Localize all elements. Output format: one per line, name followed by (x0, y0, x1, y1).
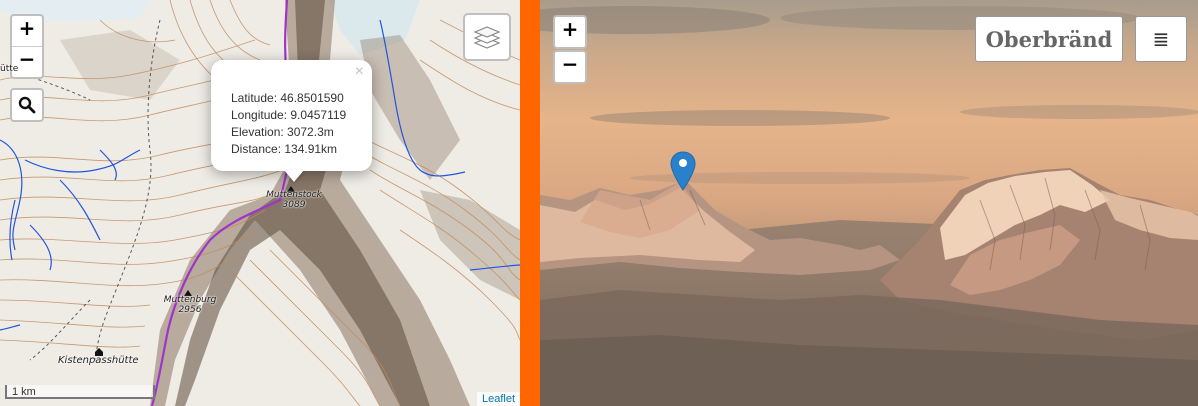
muttenstock-name: Muttenstock (266, 190, 322, 200)
label-muttenburg: Muttenburg 2956 (160, 295, 220, 315)
popup-distance: Distance: 134.91km (231, 142, 338, 156)
label-kistenpasshuette: Kistenpasshütte (58, 355, 139, 366)
label-muttenstock: Muttenstock 3089 (262, 190, 326, 210)
menu-button[interactable]: ≣ (1135, 16, 1187, 62)
map-attribution-link[interactable]: Leaflet (476, 392, 520, 406)
map-search-button[interactable] (10, 88, 44, 122)
popup-elevation: Elevation: 3072.3m (231, 125, 334, 139)
popup-latitude: Latitude: 46.8501590 (231, 91, 344, 105)
pane-divider[interactable] (520, 0, 540, 406)
photo-zoom-out-button[interactable]: − (553, 50, 587, 84)
muttenstock-elevation: 3089 (282, 200, 306, 210)
menu-icon: ≣ (1152, 27, 1170, 51)
photo-zoom-in-button[interactable]: + (553, 15, 587, 49)
muttenburg-elevation: 2956 (178, 305, 202, 315)
map-zoom-in-button[interactable]: + (12, 16, 42, 46)
popup-tip (284, 170, 304, 182)
search-icon (18, 96, 36, 114)
location-popup: × Latitude: 46.8501590 Longitude: 9.0457… (211, 60, 372, 171)
location-title[interactable]: Oberbränd (975, 16, 1123, 62)
muttenburg-name: Muttenburg (163, 295, 217, 305)
topo-map[interactable]: + − ütte Muttenstock 3089 Muttenburg 295… (0, 0, 520, 406)
popup-longitude: Longitude: 9.0457119 (231, 108, 347, 122)
map-scale-bar: 1 km (5, 385, 155, 399)
popup-close-icon[interactable]: × (355, 63, 364, 81)
layers-icon (473, 26, 501, 49)
label-huette-partial: ütte (0, 64, 19, 74)
map-layers-button[interactable] (463, 13, 511, 61)
